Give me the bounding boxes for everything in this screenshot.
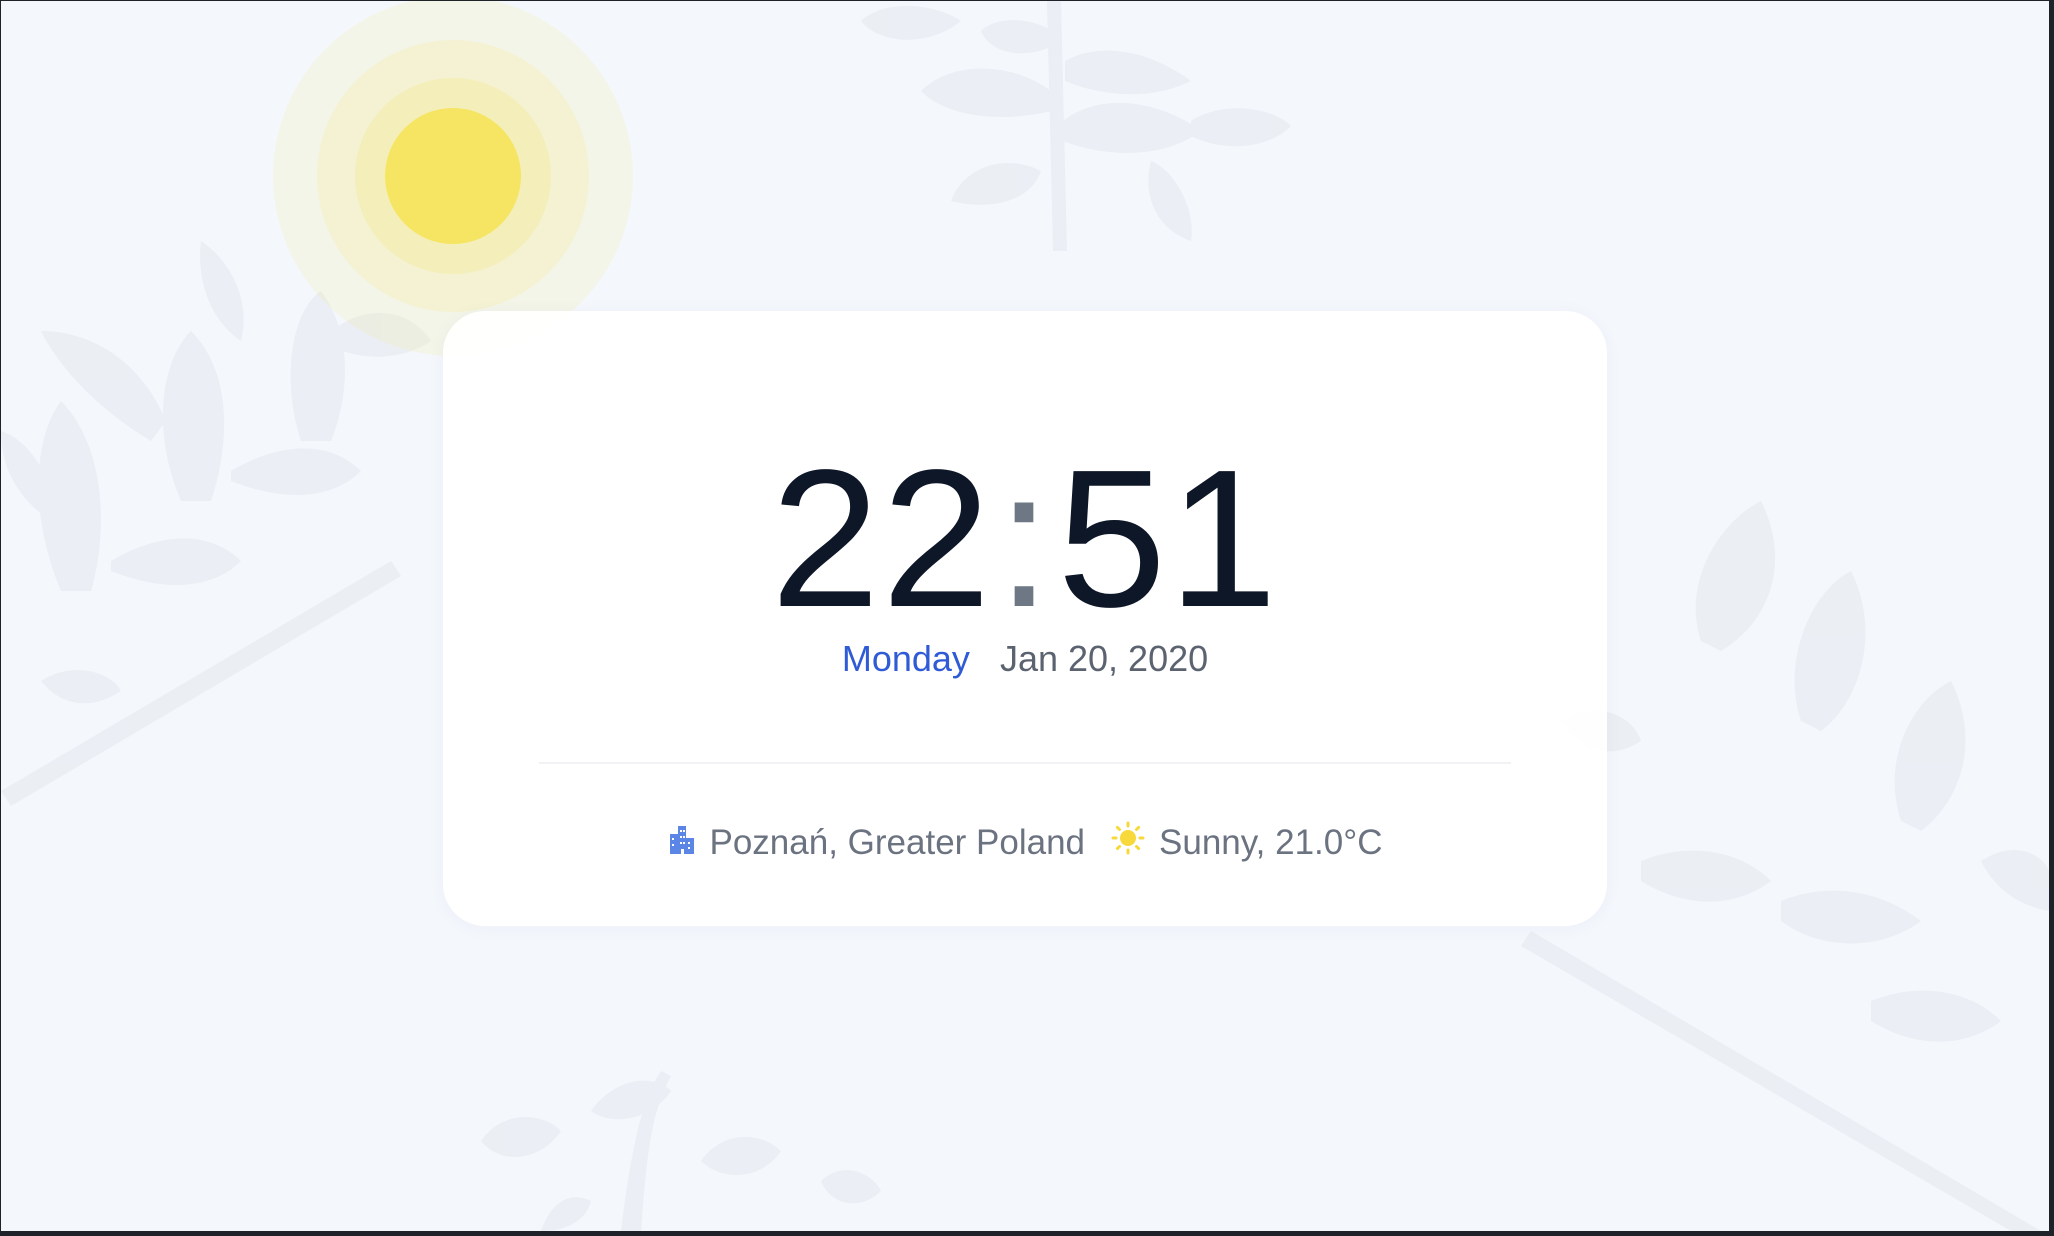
divider: [539, 762, 1511, 764]
weather-text: Sunny, 21.0°C: [1159, 822, 1383, 862]
date-label: Jan 20, 2020: [999, 638, 1209, 679]
sun-icon: [1111, 821, 1145, 864]
clock-card: 22:51 Monday Jan 20, 2020 Poznań, Greate…: [443, 311, 1607, 926]
info-row: Poznań, Greater Poland Sunny, 21.0°C: [443, 821, 1607, 864]
time-separator: :: [996, 429, 1054, 648]
location-info: Poznań, Greater Poland: [668, 822, 1086, 863]
date-row: Monday Jan 20, 2020: [443, 637, 1607, 681]
weather-info: Sunny, 21.0°C: [1111, 821, 1383, 864]
weekday-label: Monday: [841, 638, 970, 679]
location-text: Poznań, Greater Poland: [709, 822, 1086, 862]
time-hours: 22: [770, 429, 993, 648]
city-buildings-icon: [668, 823, 696, 863]
time-display: 22:51: [443, 441, 1607, 637]
sun-decoration: [273, 1, 633, 356]
time-minutes: 51: [1057, 429, 1280, 648]
clock-screen: 22:51 Monday Jan 20, 2020 Poznań, Greate…: [1, 1, 2049, 1231]
